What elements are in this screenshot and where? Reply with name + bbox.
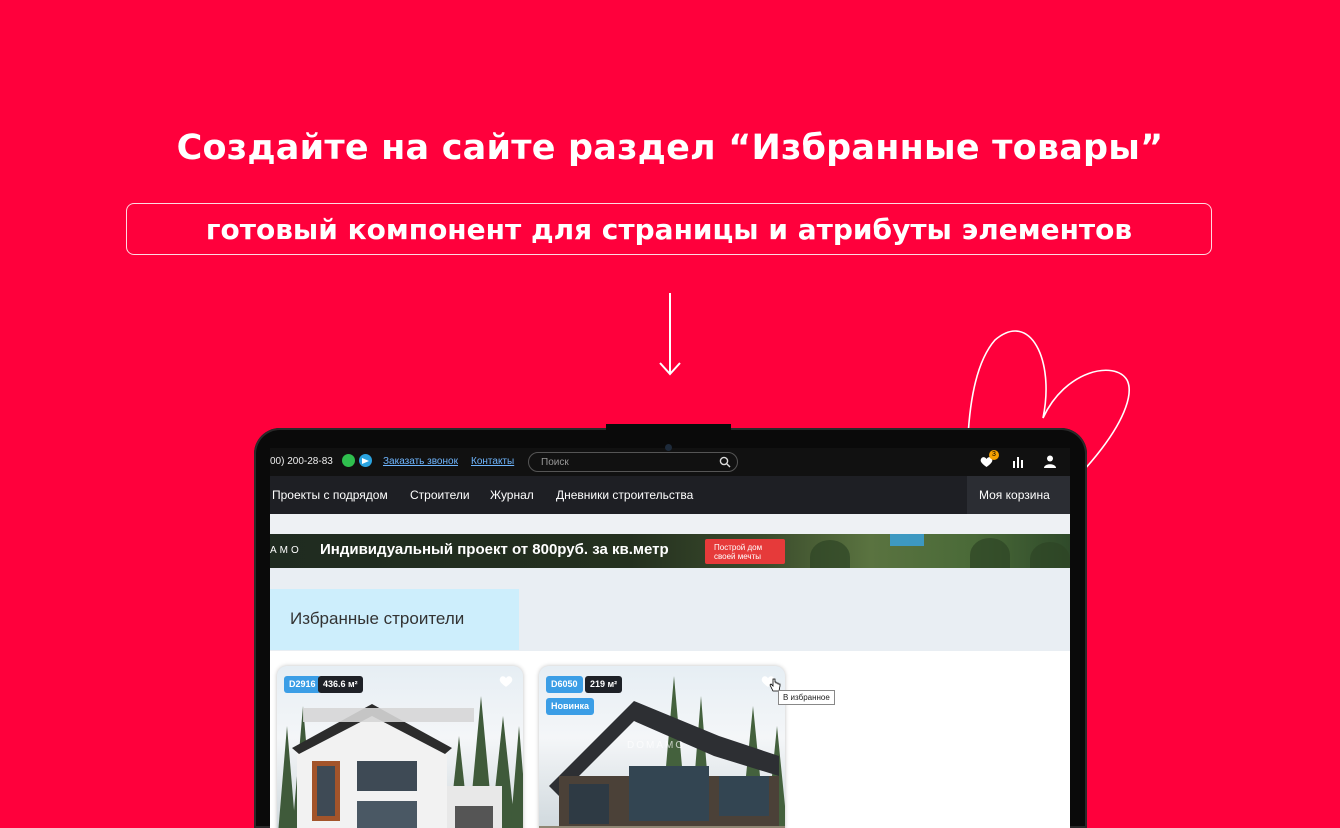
favorites-count-badge: 3 [989, 450, 999, 460]
add-to-favorites-heart-icon[interactable] [499, 675, 513, 688]
browser-screen: 00) 200-28-83 Заказать звонок Контакты П… [270, 448, 1070, 828]
nav-item-builders[interactable]: Строители [410, 488, 470, 502]
section-title: Избранные строители [270, 589, 519, 650]
compare-chart-icon[interactable] [1012, 456, 1025, 468]
project-code-tag: D2916 [284, 676, 321, 693]
spacer-band [270, 514, 1070, 534]
project-area-tag: 436.6 м² [318, 676, 363, 693]
user-icon[interactable] [1044, 455, 1056, 468]
promo-banner[interactable]: АМО Индивидуальный проект от 800руб. за … [270, 534, 1070, 568]
hero-title: Создайте на сайте раздел “Избранные това… [176, 128, 1164, 168]
project-code-tag: D6050 [546, 676, 583, 693]
banner-button-line2: своей мечты [714, 552, 762, 561]
favorites-tooltip: В избранное [778, 690, 835, 705]
project-card[interactable]: D2916 436.6 м² [277, 666, 523, 828]
project-card[interactable]: DOMAMO D6050 219 м² Новинка [539, 666, 785, 828]
banner-logo: АМО [270, 545, 302, 556]
cart-label: Моя корзина [979, 488, 1050, 502]
nav-item-diaries[interactable]: Дневники строительства [556, 488, 693, 502]
cart-button[interactable]: Моя корзина [967, 476, 1070, 514]
nav-item-projects[interactable]: Проекты с подрядом [272, 488, 388, 502]
banner-photo-pool [890, 534, 924, 546]
banner-text: Индивидуальный проект от 800руб. за кв.м… [320, 541, 669, 558]
laptop-frame: 00) 200-28-83 Заказать звонок Контакты П… [254, 424, 1087, 828]
whatsapp-icon[interactable] [342, 454, 355, 467]
search-input[interactable]: Поиск [528, 452, 738, 472]
image-watermark: DOMAMO [627, 740, 685, 751]
build-dream-house-button[interactable]: Построй дом своей мечты [705, 539, 785, 564]
search-icon[interactable] [719, 456, 731, 468]
contacts-link[interactable]: Контакты [471, 456, 514, 467]
arrow-down-icon [659, 293, 681, 376]
laptop-camera [665, 444, 672, 451]
banner-button-line1: Построй дом [714, 543, 763, 552]
new-badge: Новинка [546, 698, 595, 715]
order-call-link[interactable]: Заказать звонок [383, 456, 458, 467]
section-title-text: Избранные строители [290, 609, 465, 628]
telegram-icon[interactable] [359, 454, 372, 467]
blurred-title-bar [303, 708, 474, 722]
laptop-notch [606, 424, 731, 446]
phone-number[interactable]: 00) 200-28-83 [270, 456, 333, 467]
nav-item-journal[interactable]: Журнал [490, 488, 534, 502]
main-nav: Проекты с подрядом Строители Журнал Днев… [270, 476, 1070, 514]
top-bar: 00) 200-28-83 Заказать звонок Контакты П… [270, 448, 1070, 476]
hero-subtitle: готовый компонент для страницы и атрибут… [126, 203, 1212, 255]
search-placeholder: Поиск [541, 457, 569, 468]
project-area-tag: 219 м² [585, 676, 623, 693]
